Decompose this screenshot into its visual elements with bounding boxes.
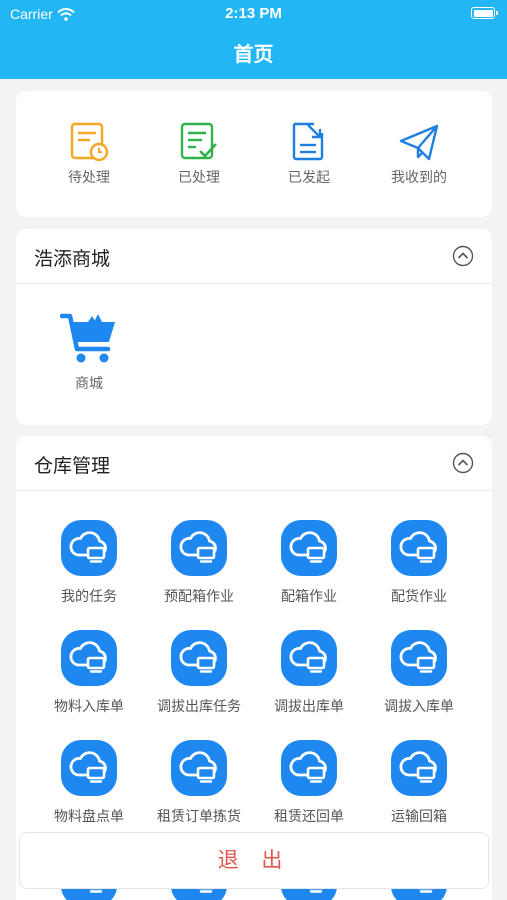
warehouse-item-label: 物料盘点单: [54, 809, 124, 825]
quick-access-card: 待处理 已处理 已发起 我收到的: [16, 91, 492, 217]
warehouse-grid-item[interactable]: 物料入库单: [34, 630, 144, 716]
warehouse-section: 仓库管理 我的任务 预配箱作业 配箱作业 配货作业物料入库单 调拔出库任务 调拔出库单 调拔…: [16, 436, 492, 900]
warehouse-grid-item[interactable]: 租赁还回单: [254, 740, 364, 826]
navigation-bar: Carrier 2:13 PM 首页: [0, 0, 507, 79]
cloud-terminal-icon: [61, 520, 117, 576]
cloud-terminal-icon: [391, 520, 447, 576]
warehouse-item-label: 运输回箱: [391, 809, 447, 825]
quick-label-received: 我收到的: [391, 170, 447, 186]
cloud-terminal-icon: [171, 520, 227, 576]
warehouse-item-label: 租赁订单拣货: [157, 809, 241, 825]
warehouse-grid-item[interactable]: 调拔出库任务: [144, 630, 254, 716]
quick-item-received[interactable]: 我收到的: [374, 121, 464, 187]
quick-label-done: 已处理: [178, 170, 220, 186]
warehouse-item-label: 租赁还回单: [274, 809, 344, 825]
cloud-terminal-icon: [171, 630, 227, 686]
pending-doc-icon: [70, 122, 109, 162]
warehouse-grid-item[interactable]: 我的任务: [34, 520, 144, 606]
sent-doc-icon: [292, 122, 324, 161]
quick-item-pending[interactable]: 待处理: [44, 121, 134, 187]
shopping-cart-icon: [59, 313, 115, 363]
cloud-terminal-icon: [281, 520, 337, 576]
mall-section-title: 浩添商城: [34, 248, 111, 270]
warehouse-grid-item[interactable]: 调拔入库单: [364, 630, 474, 716]
warehouse-item-label: 预配箱作业: [164, 589, 234, 605]
battery-icon: [471, 7, 498, 19]
collapse-up-icon[interactable]: [452, 245, 474, 267]
status-time: 2:13 PM: [225, 5, 282, 22]
quick-label-pending: 待处理: [68, 170, 110, 186]
mall-section-header[interactable]: 浩添商城: [16, 229, 492, 284]
warehouse-section-header[interactable]: 仓库管理: [16, 436, 492, 491]
warehouse-item-label: 我的任务: [61, 589, 117, 605]
done-doc-icon: [180, 122, 217, 160]
page-title: 首页: [233, 42, 274, 66]
paper-plane-icon: [399, 124, 439, 161]
warehouse-section-title: 仓库管理: [34, 455, 111, 477]
cloud-terminal-icon: [391, 630, 447, 686]
warehouse-item-label: 配货作业: [391, 589, 447, 605]
warehouse-item-label: 物料入库单: [54, 699, 124, 715]
warehouse-grid-item[interactable]: 租赁订单拣货: [144, 740, 254, 826]
status-bar: Carrier 2:13 PM: [0, 0, 507, 28]
cloud-terminal-icon: [61, 740, 117, 796]
quick-item-done[interactable]: 已处理: [154, 121, 244, 187]
logout-button[interactable]: 退 出: [19, 832, 489, 889]
cloud-terminal-icon: [281, 740, 337, 796]
collapse-up-icon[interactable]: [452, 452, 474, 474]
warehouse-item-label: 配箱作业: [281, 589, 337, 605]
warehouse-grid-item[interactable]: 配货作业: [364, 520, 474, 606]
warehouse-grid-item[interactable]: 物料盘点单: [34, 740, 144, 826]
warehouse-grid-item[interactable]: 预配箱作业: [144, 520, 254, 606]
warehouse-grid-item[interactable]: 配箱作业: [254, 520, 364, 606]
warehouse-item-label: 调拔入库单: [384, 699, 454, 715]
mall-item[interactable]: 商城: [54, 309, 124, 393]
mall-section: 浩添商城 商城: [16, 229, 492, 425]
warehouse-grid-item[interactable]: 调拔出库单: [254, 630, 364, 716]
quick-label-sent: 已发起: [288, 170, 330, 186]
cloud-terminal-icon: [171, 740, 227, 796]
cloud-terminal-icon: [281, 630, 337, 686]
mall-item-label: 商城: [75, 376, 103, 392]
cloud-terminal-icon: [61, 630, 117, 686]
cloud-terminal-icon: [391, 740, 447, 796]
quick-item-sent[interactable]: 已发起: [264, 121, 354, 187]
warehouse-grid-item[interactable]: 运输回箱: [364, 740, 474, 826]
warehouse-item-label: 调拔出库单: [274, 699, 344, 715]
warehouse-item-label: 调拔出库任务: [157, 699, 241, 715]
